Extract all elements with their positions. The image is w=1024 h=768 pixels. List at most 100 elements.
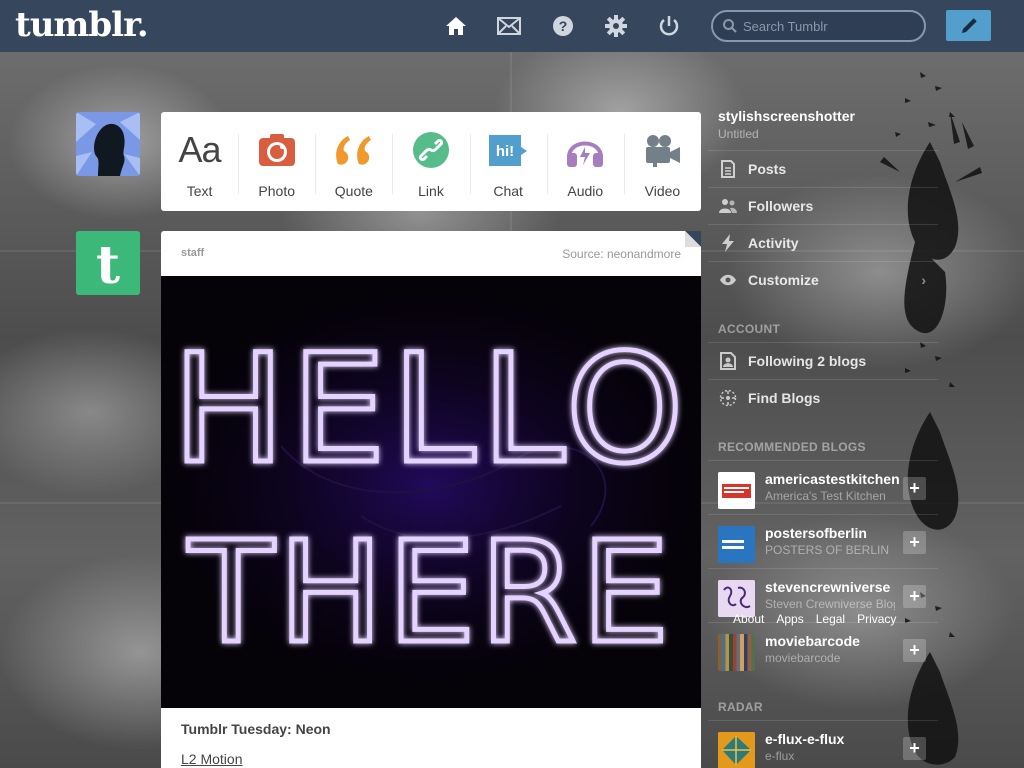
footer-links: About Apps Legal Privacy	[733, 612, 896, 626]
blog-name: americastestkitchen	[765, 471, 899, 487]
svg-text:hi!: hi!	[496, 143, 514, 160]
sidebar-item-label: Following 2 blogs	[748, 353, 867, 369]
video-post-button[interactable]: Video	[623, 112, 701, 211]
svg-text:t: t	[96, 235, 120, 295]
sidebar-item-label: Find Blogs	[748, 390, 821, 406]
chevron-right-icon: ›	[921, 272, 926, 288]
dashboard-post: staff Source: neonandmore HELLO THERE Tu…	[161, 231, 701, 768]
post-type-label: Chat	[493, 183, 523, 199]
account-heading: ACCOUNT	[718, 322, 781, 336]
pencil-icon	[961, 17, 977, 33]
blog-name: stevencrewniverse	[765, 579, 891, 595]
post-type-label: Link	[418, 183, 444, 199]
new-post-bar: Aa Text Photo Quote Link hi! Chat Audio	[161, 112, 701, 211]
compass-icon	[718, 389, 738, 407]
footer-link-apps[interactable]: Apps	[776, 612, 803, 626]
search-box[interactable]	[711, 10, 926, 42]
post-title: Tumblr Tuesday: Neon	[181, 721, 331, 737]
footer-link-privacy[interactable]: Privacy	[857, 612, 896, 626]
sidebar-item-following[interactable]: Following 2 blogs	[708, 342, 938, 379]
user-avatar[interactable]	[76, 112, 140, 176]
post-photo[interactable]: HELLO THERE	[161, 276, 701, 708]
blog-name: e-flux-e-flux	[765, 731, 845, 747]
home-icon[interactable]	[444, 14, 468, 38]
post-author[interactable]: staff	[181, 247, 204, 259]
follow-button[interactable]: +	[903, 737, 926, 760]
sidebar-item-customize[interactable]: Customize ›	[708, 261, 938, 298]
video-camera-icon	[643, 130, 681, 170]
follow-button[interactable]: +	[903, 639, 926, 662]
activity-icon	[718, 234, 738, 252]
radar-blog-item[interactable]: e-flux-e-flux e-flux +	[708, 720, 938, 768]
staff-avatar[interactable]: t	[76, 231, 140, 295]
follow-button[interactable]: +	[903, 585, 926, 608]
audio-post-button[interactable]: Audio	[546, 112, 624, 211]
blog-username[interactable]: stylishscreenshotter	[718, 108, 855, 124]
blog-title: e-flux	[765, 749, 795, 763]
chat-icon: hi!	[488, 130, 528, 170]
recommended-blog-item[interactable]: americastestkitchen America's Test Kitch…	[708, 460, 938, 514]
post-type-label: Photo	[258, 183, 295, 199]
search-icon	[723, 19, 737, 33]
text-icon: Aa	[178, 129, 222, 170]
post-source[interactable]: Source: neonandmore	[562, 247, 681, 261]
post-corner-fold	[685, 231, 701, 247]
blog-avatar	[718, 634, 755, 671]
text-post-button[interactable]: Aa Text	[161, 112, 238, 211]
link-icon	[412, 130, 449, 170]
sidebar-item-label: Posts	[748, 161, 787, 177]
follow-button[interactable]: +	[903, 477, 926, 500]
blog-title: moviebarcode	[765, 651, 841, 665]
tumblr-logo[interactable]: tumblr.	[15, 5, 149, 45]
followers-icon	[718, 197, 738, 215]
post-type-label: Quote	[334, 183, 373, 199]
sidebar-item-find-blogs[interactable]: Find Blogs	[708, 379, 938, 416]
link-post-button[interactable]: Link	[392, 112, 469, 211]
chat-post-button[interactable]: hi! Chat	[469, 112, 547, 211]
camera-icon	[258, 130, 296, 170]
quote-post-button[interactable]: Quote	[315, 112, 392, 211]
gear-icon[interactable]	[604, 14, 628, 38]
neon-sign-line-1: HELLO	[172, 323, 689, 497]
mail-icon[interactable]	[497, 14, 521, 38]
sidebar-item-posts[interactable]: Posts	[708, 150, 938, 187]
sidebar-item-activity[interactable]: Activity	[708, 224, 938, 261]
sidebar-item-label: Followers	[748, 198, 814, 214]
svg-text:?: ?	[559, 18, 568, 34]
blog-title: Untitled	[718, 127, 759, 141]
post-type-label: Video	[644, 183, 681, 199]
radar-heading: RADAR	[718, 700, 763, 714]
blog-title: America's Test Kitchen	[765, 489, 886, 503]
help-icon[interactable]: ?	[551, 14, 575, 38]
blog-name: moviebarcode	[765, 633, 860, 649]
photo-post-button[interactable]: Photo	[238, 112, 315, 211]
blog-avatar	[718, 732, 755, 768]
sidebar-item-label: Customize	[748, 272, 819, 288]
quote-icon	[334, 130, 374, 170]
sidebar-item-followers[interactable]: Followers	[708, 187, 938, 224]
blog-avatar	[718, 526, 755, 563]
recommended-blog-item[interactable]: postersofberlin POSTERS OF BERLIN +	[708, 514, 938, 568]
recommended-blogs-heading: RECOMMENDED BLOGS	[718, 440, 866, 454]
blog-name: postersofberlin	[765, 525, 867, 541]
footer-link-legal[interactable]: Legal	[816, 612, 845, 626]
post-type-label: Text	[186, 183, 213, 199]
neon-sign-line-2: THERE	[188, 512, 674, 675]
blog-avatar	[718, 472, 755, 509]
compose-post-button[interactable]	[946, 10, 991, 41]
power-icon[interactable]	[657, 14, 681, 38]
follow-button[interactable]: +	[903, 531, 926, 554]
headphones-icon	[565, 130, 605, 170]
following-icon	[718, 352, 738, 370]
footer-link-about[interactable]: About	[733, 612, 764, 626]
search-input[interactable]	[743, 18, 913, 34]
post-type-label: Audio	[567, 183, 604, 199]
blog-title: Steven Crewniverse Blog	[765, 597, 895, 611]
post-link[interactable]: L2 Motion	[181, 751, 242, 767]
recommended-blog-item[interactable]: moviebarcode moviebarcode +	[708, 622, 938, 676]
sidebar-item-label: Activity	[748, 235, 799, 251]
eye-icon	[718, 271, 738, 289]
top-navigation-bar: tumblr. ?	[0, 0, 1024, 52]
blog-title: POSTERS OF BERLIN	[765, 543, 890, 557]
posts-icon	[718, 160, 738, 178]
